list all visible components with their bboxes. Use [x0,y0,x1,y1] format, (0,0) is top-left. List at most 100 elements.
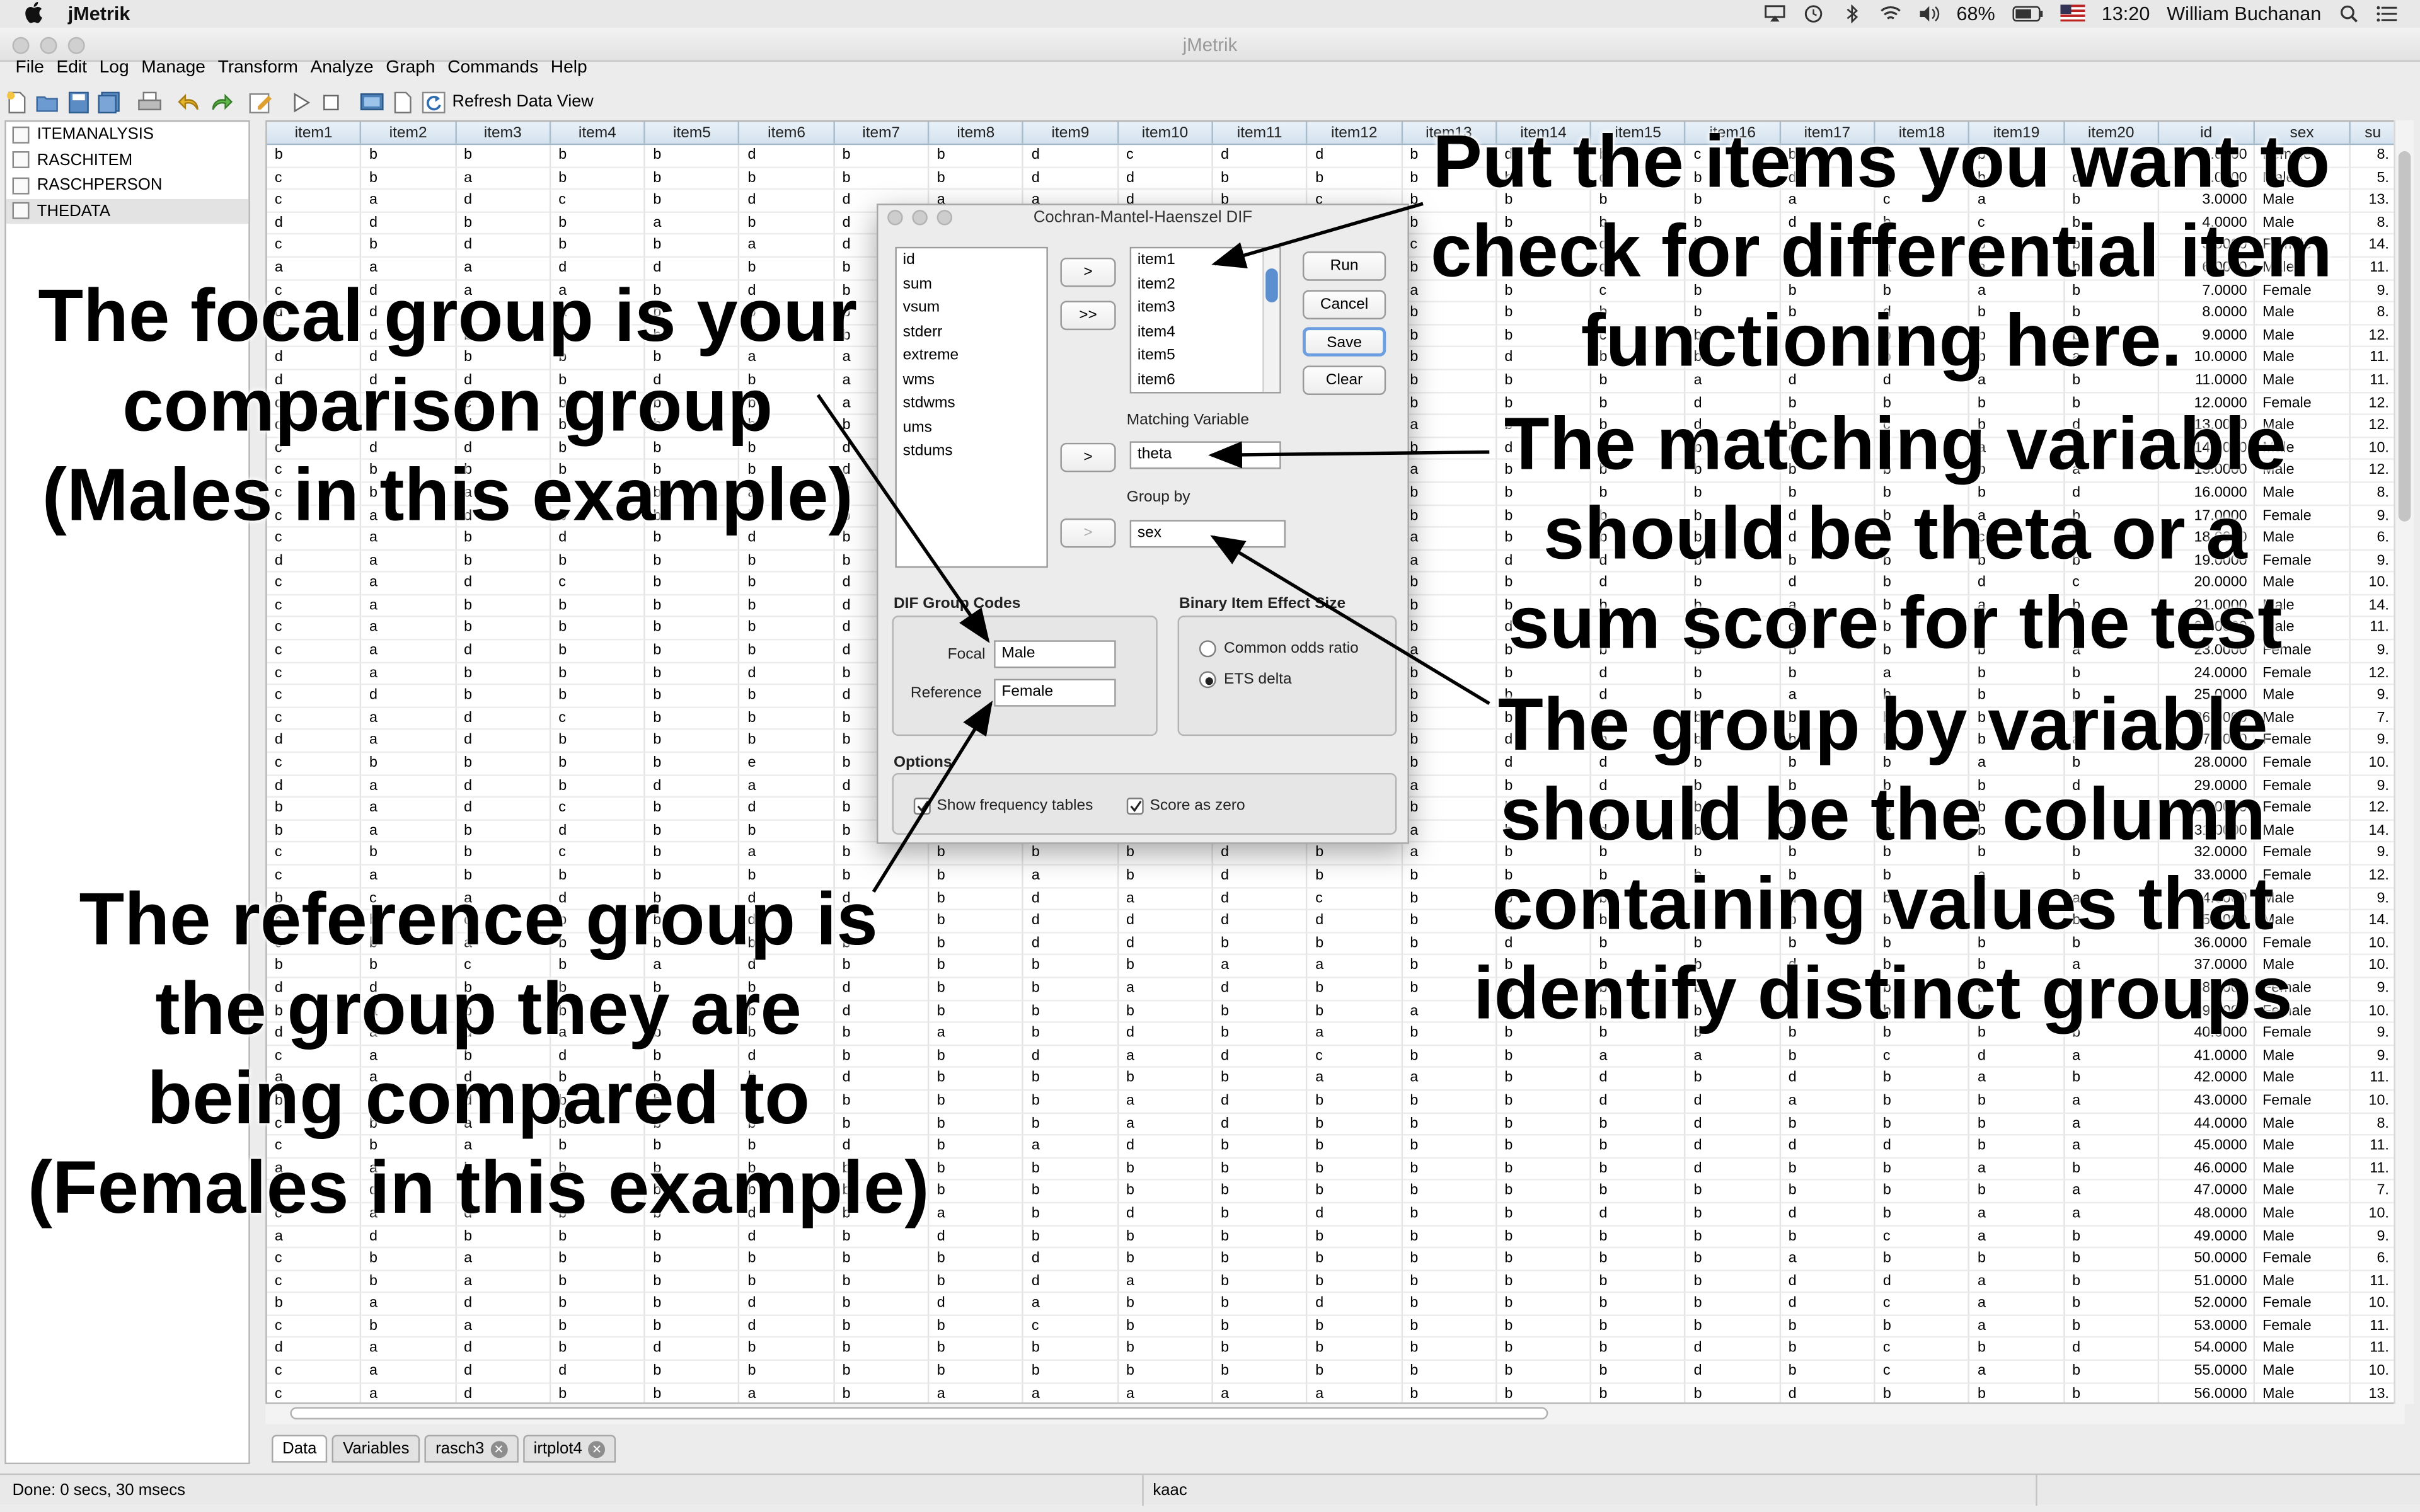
table-cell[interactable]: b [1591,1383,1686,1403]
table-cell[interactable]: b [1497,1225,1592,1249]
table-cell[interactable]: c [267,167,362,190]
table-cell[interactable]: b [1402,1203,1497,1226]
table-cell[interactable]: b [1875,1315,1970,1339]
table-cell[interactable]: b [1497,1315,1592,1339]
list-item[interactable]: stdums [897,440,1047,464]
table-cell[interactable]: b [645,707,740,731]
table-cell[interactable]: a [361,707,456,731]
table-cell[interactable]: 9. [2350,1045,2397,1068]
table-cell[interactable]: a [1024,1383,1119,1403]
redo-icon[interactable] [209,90,233,113]
table-cell[interactable]: b [645,640,740,663]
table-cell[interactable]: b [1686,1248,1781,1271]
list-item[interactable]: sum [897,272,1047,296]
table-cell[interactable]: a [1780,1248,1876,1271]
table-cell[interactable]: a [361,640,456,663]
table-cell[interactable]: 12. [2350,865,2397,888]
table-cell[interactable]: b [551,145,646,168]
table-cell[interactable]: d [1213,978,1308,1001]
score-as-zero-checkbox[interactable] [1126,798,1144,815]
table-cell[interactable]: b [1213,1315,1308,1339]
edit-icon[interactable] [248,90,273,113]
table-cell[interactable]: a [2064,1203,2159,1226]
table-cell[interactable]: 11. [2350,370,2397,393]
column-header[interactable]: item10 [1119,122,1213,144]
table-cell[interactable]: 9. [2350,505,2397,528]
table-cell[interactable]: c [1875,1361,1970,1383]
table-cell[interactable]: a [1307,1023,1403,1046]
matching-variable-field[interactable]: theta [1129,441,1281,469]
tab-data[interactable]: Data [272,1435,328,1463]
table-cell[interactable]: 11. [2350,1158,2397,1181]
us-flag-icon[interactable] [2060,4,2085,23]
list-item[interactable]: extreme [897,344,1047,368]
table-row[interactable]: c b a b b b b b d b b b b b b b a b b b 50.0000 Female 6. [267,1248,2397,1271]
table-cell[interactable]: b [1402,1135,1497,1159]
table-cell[interactable]: b [1402,1181,1497,1203]
table-cell[interactable]: c [267,1361,362,1383]
table-cell[interactable]: a [361,595,456,618]
table-cell[interactable]: b [1780,1113,1876,1136]
list-item[interactable]: id [897,248,1047,272]
table-cell[interactable]: d [1307,910,1403,934]
table-cell[interactable]: 55.0000 [2158,1361,2255,1383]
table-cell[interactable]: Male [2254,1338,2351,1361]
table-cell[interactable]: a [1118,1271,1213,1293]
table-cell[interactable]: b [1307,1113,1403,1136]
column-header[interactable]: item11 [1213,122,1308,144]
table-cell[interactable]: c [551,843,646,866]
table-cell[interactable]: b [1307,1315,1403,1339]
table-cell[interactable]: a [362,1383,456,1403]
table-cell[interactable]: b [645,617,740,641]
list-item[interactable]: item5 [1131,344,1279,368]
table-row[interactable]: d a d b d b b b b b b b b b b d b c b d 54.0000 Male 11. [267,1338,2397,1361]
table-cell[interactable]: b [1591,1293,1686,1316]
table-cell[interactable]: 11. [2350,257,2397,280]
table-cell[interactable]: d [1213,1045,1308,1068]
table-cell[interactable]: b [1023,843,1119,866]
table-cell[interactable]: c [267,1315,362,1339]
table-cell[interactable]: b [1307,978,1403,1001]
table-cell[interactable]: 8. [2350,212,2397,236]
table-cell[interactable]: d [267,1338,362,1361]
table-cell[interactable]: a [361,798,456,821]
table-cell[interactable]: b [740,685,835,708]
table-cell[interactable]: 51.0000 [2158,1271,2255,1293]
stop-icon[interactable] [320,90,344,113]
table-cell[interactable]: d [1118,1203,1213,1226]
table-cell[interactable]: b [1591,1225,1686,1249]
table-cell[interactable]: b [1686,1225,1781,1249]
table-cell[interactable]: b [361,1248,456,1271]
table-cell[interactable]: b [1307,1181,1403,1203]
column-header[interactable]: item12 [1308,122,1403,144]
table-row[interactable]: c a d b b a b a a a a a b b b b d b b b 56.0000 Male 13. [267,1383,2397,1403]
table-cell[interactable]: d [1213,145,1308,168]
close-tab-icon[interactable]: ✕ [490,1440,507,1458]
table-cell[interactable]: b [1023,1158,1119,1181]
table-cell[interactable]: b [361,843,456,866]
table-cell[interactable]: d [645,1338,740,1361]
table-cell[interactable]: b [1023,1203,1119,1226]
table-cell[interactable]: b [1307,843,1403,866]
table-cell[interactable]: b [740,167,835,190]
undo-icon[interactable] [178,90,202,113]
table-cell[interactable]: b [740,730,835,753]
table-cell[interactable]: Male [2254,1361,2351,1383]
menu-commands[interactable]: Commands [441,59,544,83]
table-cell[interactable]: 11. [2350,347,2397,370]
table-cell[interactable]: b [1497,1135,1592,1159]
table-cell[interactable]: b [1875,1158,1970,1181]
table-cell[interactable]: 9. [2350,1023,2397,1046]
table-cell[interactable]: a [456,1271,551,1293]
reference-field[interactable]: Female [994,679,1116,707]
table-cell[interactable]: 9. [2350,640,2397,663]
table-cell[interactable]: b [551,1338,646,1361]
table-cell[interactable]: d [645,775,740,798]
table-cell[interactable]: 12. [2350,663,2397,685]
table-cell[interactable]: b [1118,1225,1213,1249]
table-cell[interactable]: 8. [2350,1113,2397,1136]
table-cell[interactable]: d [1023,1271,1119,1293]
table-cell[interactable]: d [1213,1091,1308,1114]
table-cell[interactable]: a [361,550,456,573]
battery-icon[interactable] [2012,4,2043,23]
